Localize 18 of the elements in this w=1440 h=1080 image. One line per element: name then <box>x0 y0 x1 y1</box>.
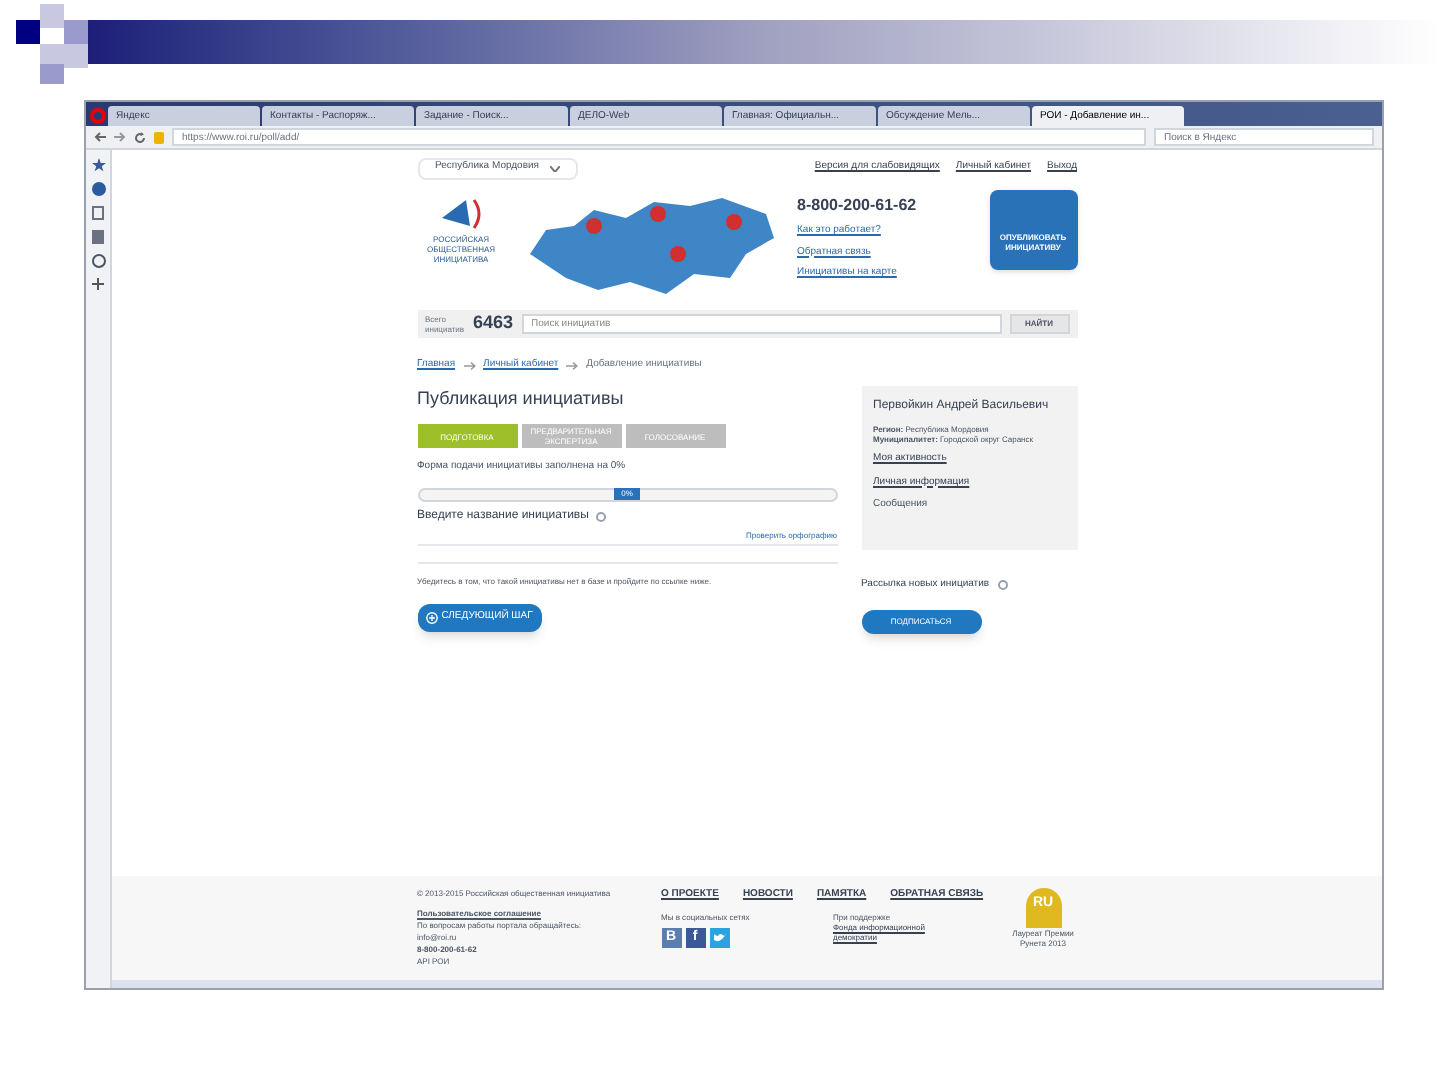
lock-icon <box>154 131 164 143</box>
initiative-count: 6463 <box>473 310 514 337</box>
help-icon[interactable] <box>997 580 1008 591</box>
plus-circle-icon <box>425 611 438 623</box>
megaphone-icon <box>437 194 485 234</box>
page-title: Публикация инициативы <box>417 385 626 412</box>
initiative-name-field[interactable] <box>417 543 837 563</box>
phone-number: 8-800-200-61-62 <box>797 194 919 218</box>
arrow-right-icon <box>566 361 579 370</box>
chevron-down-icon <box>549 165 559 171</box>
plus-icon[interactable] <box>92 278 104 290</box>
back-icon[interactable] <box>94 132 106 142</box>
arrow-right-icon <box>463 361 476 370</box>
reload-icon[interactable] <box>134 131 146 143</box>
star-icon[interactable] <box>91 158 105 172</box>
forward-icon[interactable] <box>114 132 126 142</box>
bird-icon[interactable] <box>709 927 729 947</box>
help-icon[interactable] <box>596 511 607 521</box>
